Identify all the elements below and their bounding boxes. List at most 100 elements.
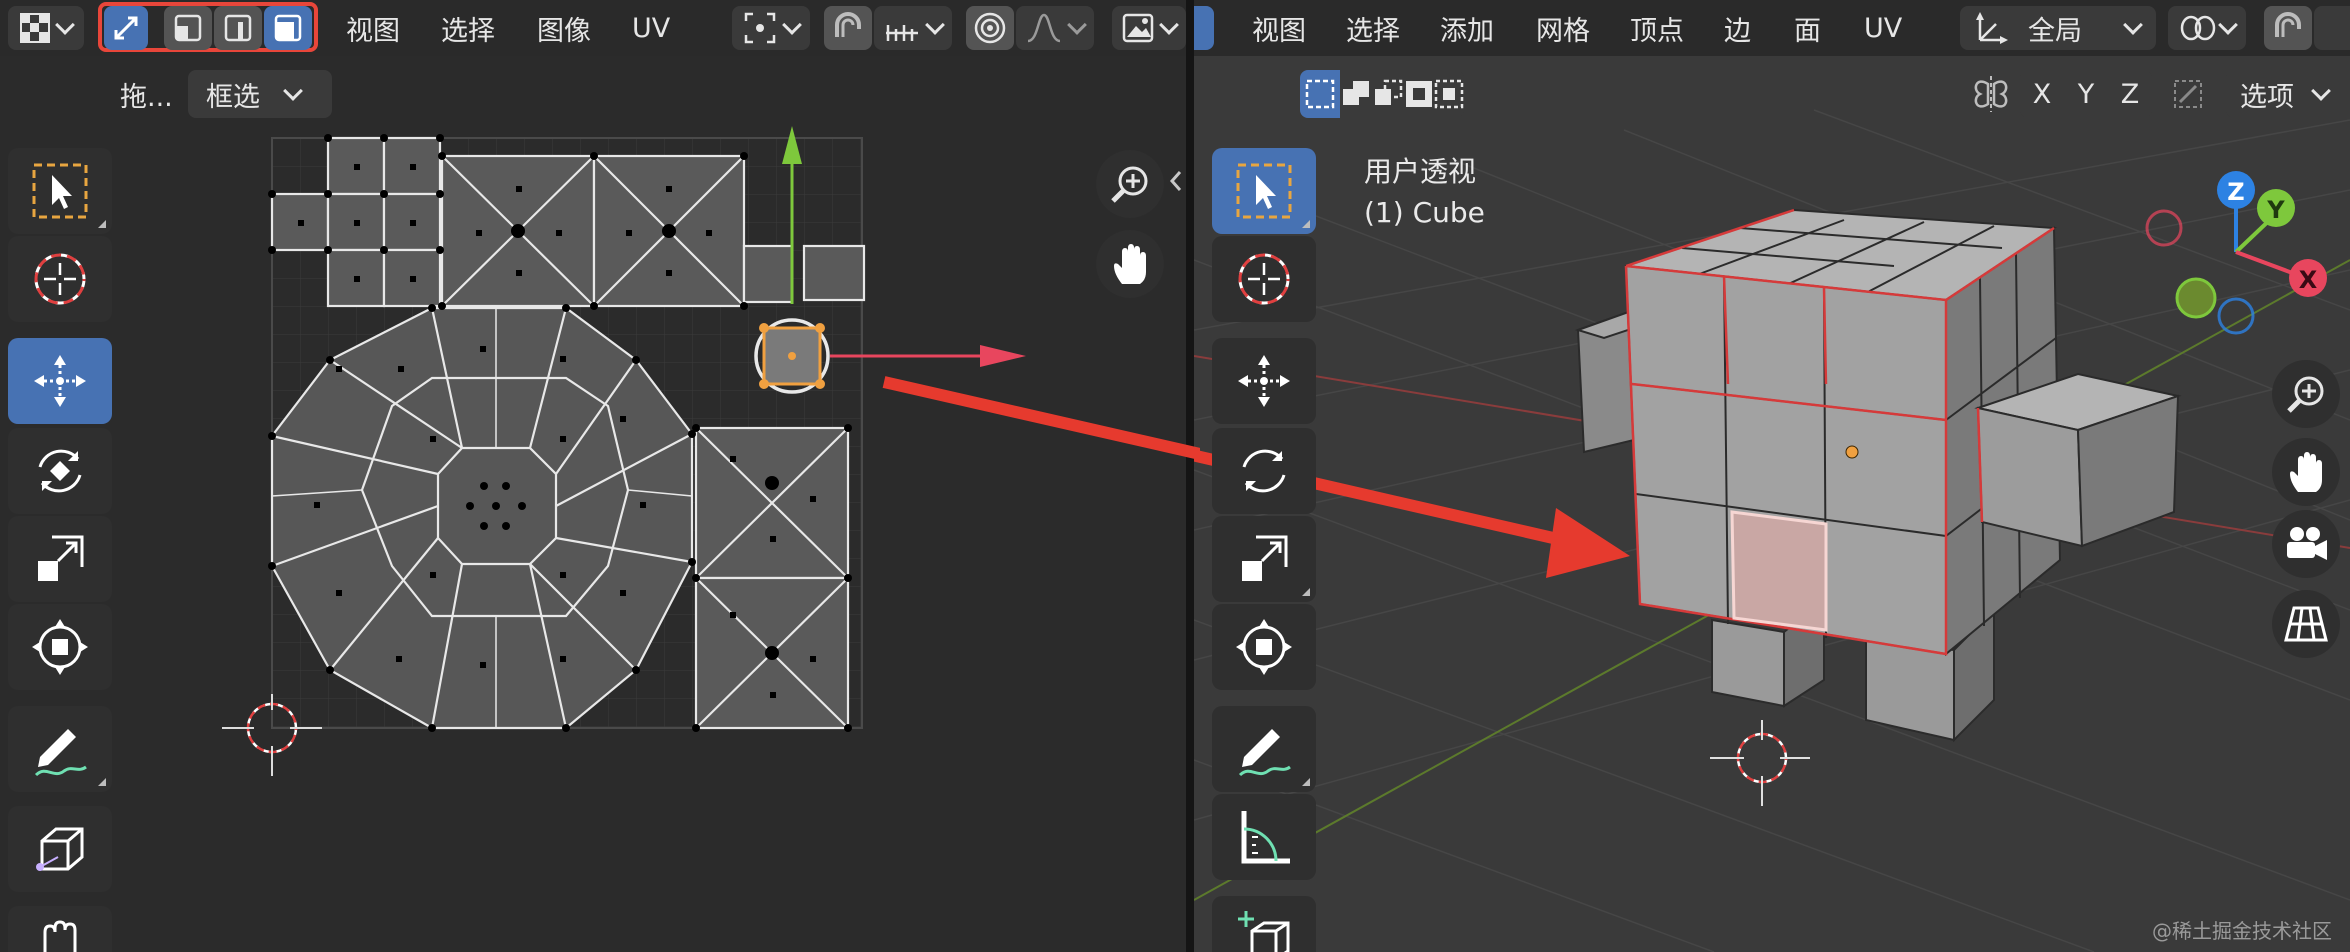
menu-image[interactable]: 图像	[537, 6, 591, 50]
gizmo-y-label: Y	[2266, 196, 2285, 224]
select-difference-button[interactable]	[1404, 70, 1434, 118]
menu-mesh[interactable]: 网格	[1536, 6, 1590, 50]
falloff-curve-icon	[1027, 13, 1061, 43]
sync-selection-button[interactable]	[104, 6, 148, 50]
origin-dot	[1845, 445, 1859, 459]
menu-view[interactable]: 视图	[1252, 6, 1306, 50]
chevron-down-icon	[2218, 15, 2238, 35]
camera-view-button[interactable]	[2272, 510, 2340, 578]
pivot-icon	[744, 12, 776, 44]
magnet-icon	[2275, 12, 2301, 37]
mirror-butterfly-icon[interactable]	[1970, 74, 2012, 114]
editor-type-button[interactable]	[8, 6, 84, 50]
zoom-button[interactable]	[1096, 150, 1164, 218]
tool-corner-marker	[1302, 588, 1310, 596]
gizmo-x-label: X	[2299, 266, 2318, 294]
chevron-down-icon	[55, 15, 75, 35]
snap-toggle-button[interactable]	[824, 6, 872, 50]
vertex-select-mode-button[interactable]	[164, 6, 212, 50]
checker-grid-icon	[20, 13, 50, 43]
options-dropdown[interactable]: 选项	[2226, 70, 2350, 118]
menu-vertex[interactable]: 顶点	[1630, 6, 1684, 50]
image-browse-button[interactable]	[1112, 6, 1186, 50]
select-new-button[interactable]	[1300, 70, 1340, 118]
zoom-button[interactable]	[2272, 360, 2340, 428]
uv-editor-header: 视图 选择 图像 UV	[0, 0, 1186, 56]
perspective-toggle-button[interactable]	[2272, 590, 2340, 658]
object-name-label: (1) Cube	[1364, 196, 1485, 229]
pan-button[interactable]	[2272, 438, 2340, 506]
tool-select-box[interactable]	[1212, 148, 1316, 234]
proportional-editing-button[interactable]	[966, 6, 1014, 50]
face-mode-icon	[274, 14, 302, 42]
menu-face[interactable]: 面	[1794, 6, 1821, 50]
mirror-axis-group: X Y Z	[2020, 70, 2152, 118]
transform-icon	[1236, 619, 1292, 675]
edge-mode-icon	[224, 14, 252, 42]
select-difference-icon	[1406, 81, 1432, 107]
chevron-down-icon	[1067, 15, 1087, 35]
tool-scale[interactable]	[1212, 516, 1316, 602]
mirror-y-button[interactable]: Y	[2064, 70, 2108, 118]
tool-measure[interactable]	[1212, 794, 1316, 880]
viewport-3d-panel: Z Y X 视图 选择 添加 网格 顶点 边 面 UV 全局 X Y Z 选项 …	[1194, 0, 2350, 952]
tool-transform[interactable]	[1212, 604, 1316, 690]
uv-canvas[interactable]	[0, 56, 1186, 952]
menu-select[interactable]: 选择	[1346, 6, 1400, 50]
auto-merge-button[interactable]	[2166, 70, 2210, 118]
measure-ruler-icon	[1241, 811, 1290, 864]
options-label: 选项	[2240, 81, 2294, 113]
camera-icon	[2287, 527, 2327, 560]
watermark: @稀土掘金技术社区	[2152, 919, 2332, 943]
pivot-point-button[interactable]	[2168, 6, 2246, 50]
pivot-point-button[interactable]	[732, 6, 810, 50]
vertex-mode-icon	[174, 14, 202, 42]
tool-move[interactable]	[1212, 338, 1316, 424]
menu-uv[interactable]: UV	[632, 6, 670, 50]
pan-button[interactable]	[1096, 230, 1164, 298]
select-intersect-button[interactable]	[1434, 70, 1464, 118]
snap-toggle-button[interactable]	[2264, 6, 2312, 50]
face-select-mode-button[interactable]	[264, 6, 312, 50]
tool-annotate[interactable]	[1212, 706, 1316, 792]
mirror-z-button[interactable]: Z	[2108, 70, 2152, 118]
menu-select[interactable]: 选择	[441, 6, 495, 50]
select-subtract-button[interactable]	[1372, 70, 1404, 118]
tool-rotate[interactable]	[1212, 428, 1316, 514]
chevron-down-icon	[2123, 15, 2143, 35]
proportional-edit-icon	[974, 12, 1006, 44]
tool-corner-marker	[1302, 220, 1310, 228]
tool-corner-marker	[1302, 778, 1310, 786]
sidebar-toggle-chevron-icon[interactable]	[1168, 168, 1184, 194]
select-extend-button[interactable]	[1340, 70, 1372, 118]
link-chain-icon	[2180, 15, 2216, 41]
scale-icon	[1242, 535, 1288, 581]
viewport-editor-type-button[interactable]	[1194, 6, 1214, 50]
viewport-canvas[interactable]: Z Y X	[1194, 0, 2350, 952]
menu-view[interactable]: 视图	[346, 6, 400, 50]
tool-add-cube[interactable]	[1212, 896, 1316, 952]
select-extend-icon	[1343, 81, 1369, 105]
editor-divider[interactable]	[1186, 0, 1194, 952]
snap-increment-icon	[886, 25, 918, 41]
snap-target-button[interactable]	[2314, 6, 2350, 50]
magnet-icon	[835, 12, 861, 37]
annotate-pencil-icon	[1238, 729, 1291, 777]
selected-face[interactable]	[1730, 510, 1828, 632]
edge-select-mode-button[interactable]	[214, 6, 262, 50]
transform-orientation-dropdown[interactable]: 全局	[1960, 6, 2156, 50]
snap-target-button[interactable]	[874, 6, 952, 50]
tool-cursor[interactable]	[1212, 236, 1316, 322]
uv-island-right-quads	[694, 426, 850, 730]
select-mode-group	[1300, 70, 1464, 118]
chevron-down-icon	[925, 15, 945, 35]
view-name-label: 用户透视	[1364, 155, 1477, 188]
menu-uv[interactable]: UV	[1864, 6, 1902, 50]
zoom-icon	[2287, 376, 2324, 413]
mirror-x-button[interactable]: X	[2020, 70, 2064, 118]
menu-add[interactable]: 添加	[1440, 6, 1494, 50]
uv-editor-panel: 视图 选择 图像 UV 拖... 框选	[0, 0, 1186, 952]
menu-edge[interactable]: 边	[1724, 6, 1751, 50]
chevron-down-icon	[782, 15, 802, 35]
falloff-button[interactable]	[1016, 6, 1094, 50]
